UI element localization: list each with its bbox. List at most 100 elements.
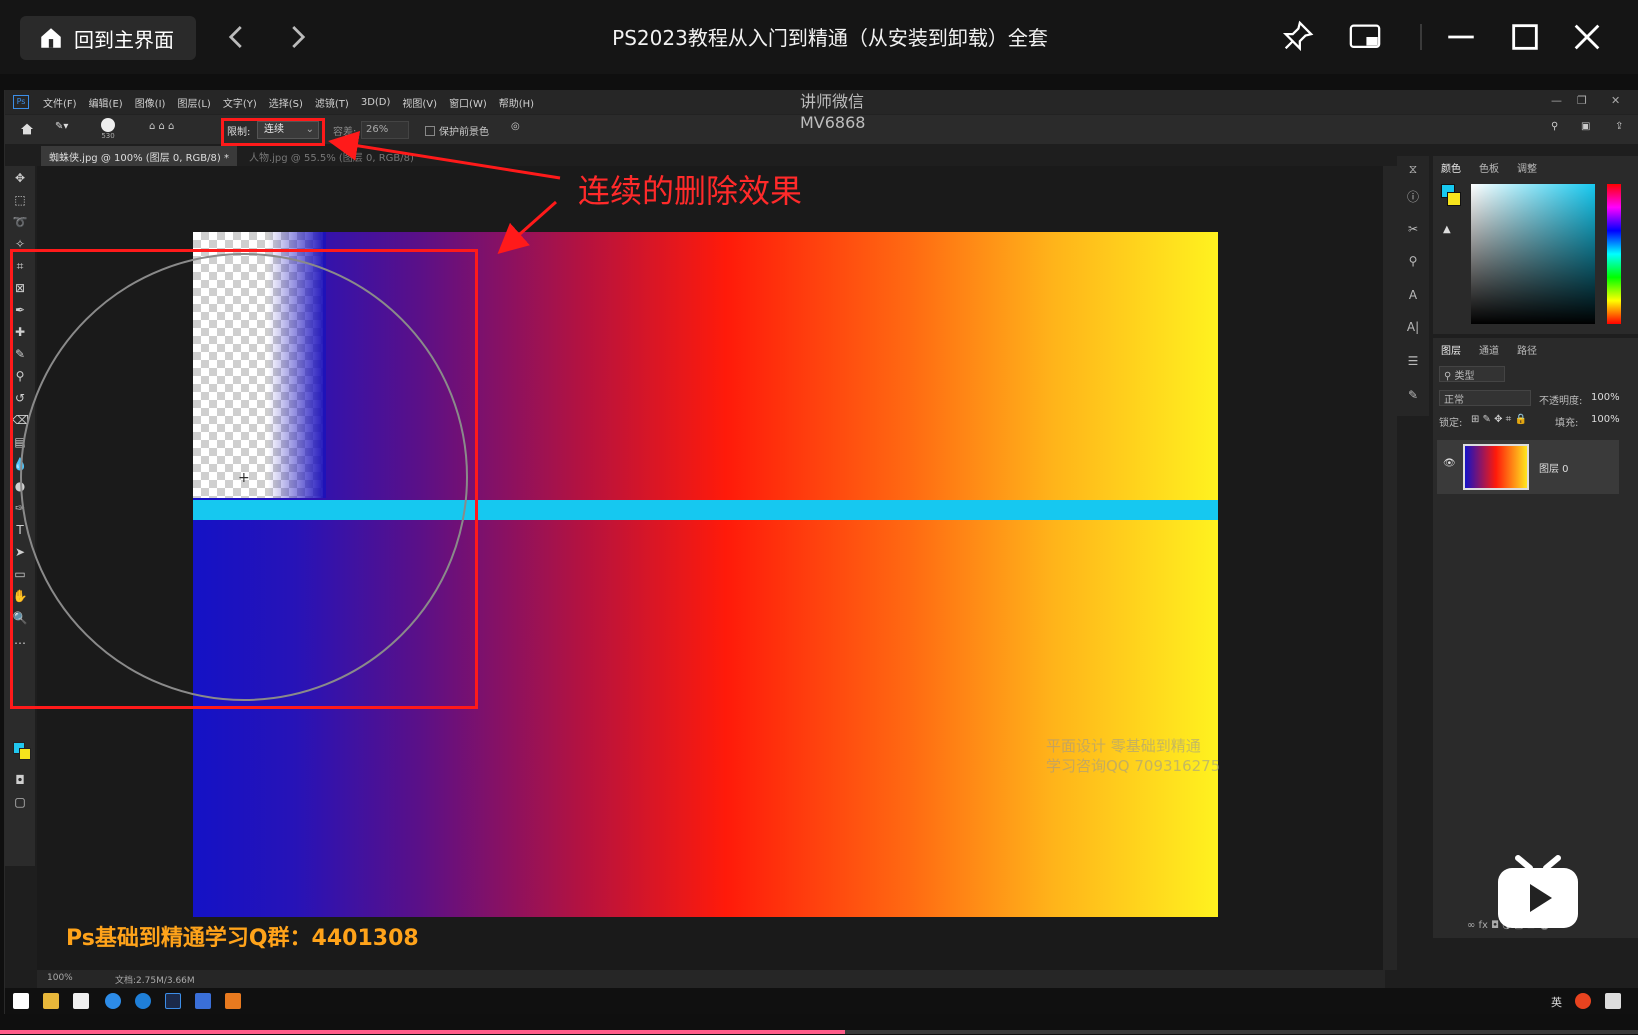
- crosshair-icon: +: [238, 470, 250, 486]
- brush-preview[interactable]: 530: [101, 118, 115, 140]
- screen: 回到主界面 PS2023教程从入门到精通（从安装到卸载）全套 Ps 文件(F) …: [0, 0, 1638, 1035]
- canvas-watermark-line1: 平面设计 零基础到精通: [1046, 737, 1201, 755]
- eraser-tool-preset-icon[interactable]: ✎▾: [55, 121, 68, 132]
- canvas-scrollbar[interactable]: [1383, 166, 1397, 970]
- back-arrow-icon[interactable]: [222, 22, 252, 52]
- pressure-icon[interactable]: ◎: [511, 121, 520, 132]
- photoshop-taskbar-icon[interactable]: [165, 993, 181, 1009]
- tab-layers[interactable]: 图层: [1441, 342, 1461, 357]
- lasso-tool-icon[interactable]: ➰: [12, 214, 28, 230]
- menu-filter[interactable]: 滤镜(T): [315, 95, 349, 110]
- panel-background-swatch[interactable]: [1447, 192, 1461, 206]
- properties-panel-icon[interactable]: ☰: [1405, 354, 1421, 370]
- file-explorer-icon[interactable]: [43, 993, 59, 1009]
- ps-logo: Ps: [13, 95, 29, 109]
- ps-minimize-icon[interactable]: —: [1551, 94, 1562, 107]
- fill-value[interactable]: 100%: [1591, 414, 1620, 425]
- layer-filter-select[interactable]: ⚲ 类型: [1439, 366, 1505, 382]
- background-eraser-mode-icons[interactable]: ⌂ ⌂ ⌂: [149, 121, 174, 132]
- opacity-value[interactable]: 100%: [1591, 392, 1620, 403]
- layers-panel: 图层 通道 路径 ⚲ 类型 正常 不透明度: 100% 锁定: ⊞ ✎ ✥ ⌗ …: [1433, 338, 1638, 938]
- history-panel-icon[interactable]: ⧖: [1405, 162, 1421, 178]
- tab-person[interactable]: 人物.jpg @ 55.5% (图层 0, RGB/8): [241, 146, 422, 166]
- tool-presets-icon[interactable]: ✂: [1405, 222, 1421, 238]
- ps-menubar: Ps 文件(F) 编辑(E) 图像(I) 图层(L) 文字(Y) 选择(S) 滤…: [5, 90, 1638, 114]
- info-panel-icon[interactable]: ⓘ: [1405, 188, 1421, 204]
- sogou-icon[interactable]: [1575, 993, 1591, 1009]
- minimize-icon[interactable]: [1444, 20, 1478, 54]
- color-field[interactable]: [1471, 184, 1595, 324]
- instructor-wechat-label: 讲师微信: [800, 92, 865, 111]
- lock-label: 锁定:: [1439, 418, 1463, 429]
- annotation-text: 连续的删除效果: [578, 172, 803, 210]
- layer-filter-value: 类型: [1454, 371, 1475, 382]
- workspace-icon[interactable]: ▣: [1581, 121, 1590, 132]
- menu-window[interactable]: 窗口(W): [449, 95, 487, 110]
- forward-arrow-icon[interactable]: [282, 22, 312, 52]
- character-panel-icon[interactable]: A: [1405, 288, 1421, 304]
- screen-mode-icon[interactable]: ▢: [12, 794, 28, 810]
- clone-source-icon[interactable]: ⚲: [1405, 254, 1421, 270]
- menu-type[interactable]: 文字(Y): [223, 95, 257, 110]
- video-progress-fill: [0, 1030, 846, 1034]
- menu-3d[interactable]: 3D(D): [361, 97, 391, 108]
- blend-mode-value: 正常: [1444, 395, 1464, 406]
- tab-swatches[interactable]: 色板: [1479, 160, 1499, 175]
- pin-icon[interactable]: [1280, 20, 1314, 54]
- qq-icon[interactable]: [73, 993, 89, 1009]
- menu-select[interactable]: 选择(S): [269, 95, 303, 110]
- app-icon[interactable]: [195, 993, 211, 1009]
- opacity-label: 不透明度:: [1539, 396, 1583, 407]
- move-tool-icon[interactable]: ✥: [12, 170, 28, 186]
- tab-color[interactable]: 颜色: [1441, 160, 1461, 175]
- hue-slider[interactable]: [1607, 184, 1621, 324]
- layer-name: 图层 0: [1539, 464, 1569, 475]
- lock-icons[interactable]: ⊞ ✎ ✥ ⌗ 🔒: [1471, 414, 1527, 425]
- tab-adjustments[interactable]: 调整: [1517, 160, 1537, 175]
- menu-help[interactable]: 帮助(H): [499, 95, 534, 110]
- menu-file[interactable]: 文件(F): [43, 95, 77, 110]
- protect-foreground-label: 保护前景色: [439, 127, 489, 138]
- layer-row[interactable]: 👁 图层 0: [1437, 440, 1619, 494]
- share-icon[interactable]: ⇪: [1615, 121, 1623, 132]
- eye-icon[interactable]: 👁: [1443, 458, 1456, 469]
- blend-mode-select[interactable]: 正常: [1439, 390, 1531, 406]
- paragraph-panel-icon[interactable]: A|: [1405, 320, 1421, 336]
- tolerance-input[interactable]: 26%: [361, 121, 409, 139]
- input-language[interactable]: 英: [1551, 994, 1562, 1010]
- video-progress-bar[interactable]: [0, 1030, 1638, 1034]
- notification-icon[interactable]: [1605, 993, 1621, 1009]
- ps-options-bar: MV6868 ✎▾ 530 ⌂ ⌂ ⌂ 限制: 连续 ⌄ 容差: 26% 保护前景…: [5, 113, 1638, 146]
- instructor-wechat-id: MV6868: [800, 113, 866, 132]
- windows-start-icon[interactable]: [13, 993, 29, 1009]
- marquee-tool-icon[interactable]: ⬚: [12, 192, 28, 208]
- ps-restore-icon[interactable]: ❐: [1577, 94, 1587, 107]
- search-icon: ⚲: [1444, 371, 1452, 382]
- edge-icon[interactable]: [135, 993, 151, 1009]
- tolerance-value: 26%: [366, 124, 389, 135]
- limit-value: 连续: [264, 124, 284, 135]
- browser-icon[interactable]: [105, 993, 121, 1009]
- ps-close-icon[interactable]: ✕: [1611, 94, 1620, 107]
- mini-window-icon[interactable]: [1348, 20, 1382, 54]
- menu-edit[interactable]: 编辑(E): [89, 95, 123, 110]
- tab-channels[interactable]: 通道: [1479, 342, 1499, 357]
- document-size: 文档:2.75M/3.66M: [115, 976, 195, 986]
- close-icon[interactable]: [1570, 20, 1604, 54]
- limit-select[interactable]: 连续 ⌄: [257, 121, 319, 139]
- quick-mask-icon[interactable]: ◘: [12, 772, 28, 788]
- ps-home-icon[interactable]: [19, 121, 35, 137]
- search-icon[interactable]: ⚲: [1551, 121, 1558, 132]
- tab-spiderman[interactable]: 蜘蛛侠.jpg @ 100% (图层 0, RGB/8) *: [41, 146, 237, 166]
- back-to-home-button[interactable]: 回到主界面: [20, 16, 196, 60]
- background-color-swatch[interactable]: [19, 748, 31, 760]
- video-title: PS2023教程从入门到精通（从安装到卸载）全套: [612, 26, 1048, 50]
- menu-view[interactable]: 视图(V): [402, 95, 437, 110]
- menu-image[interactable]: 图像(I): [135, 95, 166, 110]
- menu-layer[interactable]: 图层(L): [177, 95, 210, 110]
- brush-settings-icon[interactable]: ✎: [1405, 388, 1421, 404]
- media-player-icon[interactable]: [225, 993, 241, 1009]
- tab-paths[interactable]: 路径: [1517, 342, 1537, 357]
- protect-foreground-checkbox[interactable]: 保护前景色: [425, 123, 489, 138]
- maximize-icon[interactable]: [1508, 20, 1542, 54]
